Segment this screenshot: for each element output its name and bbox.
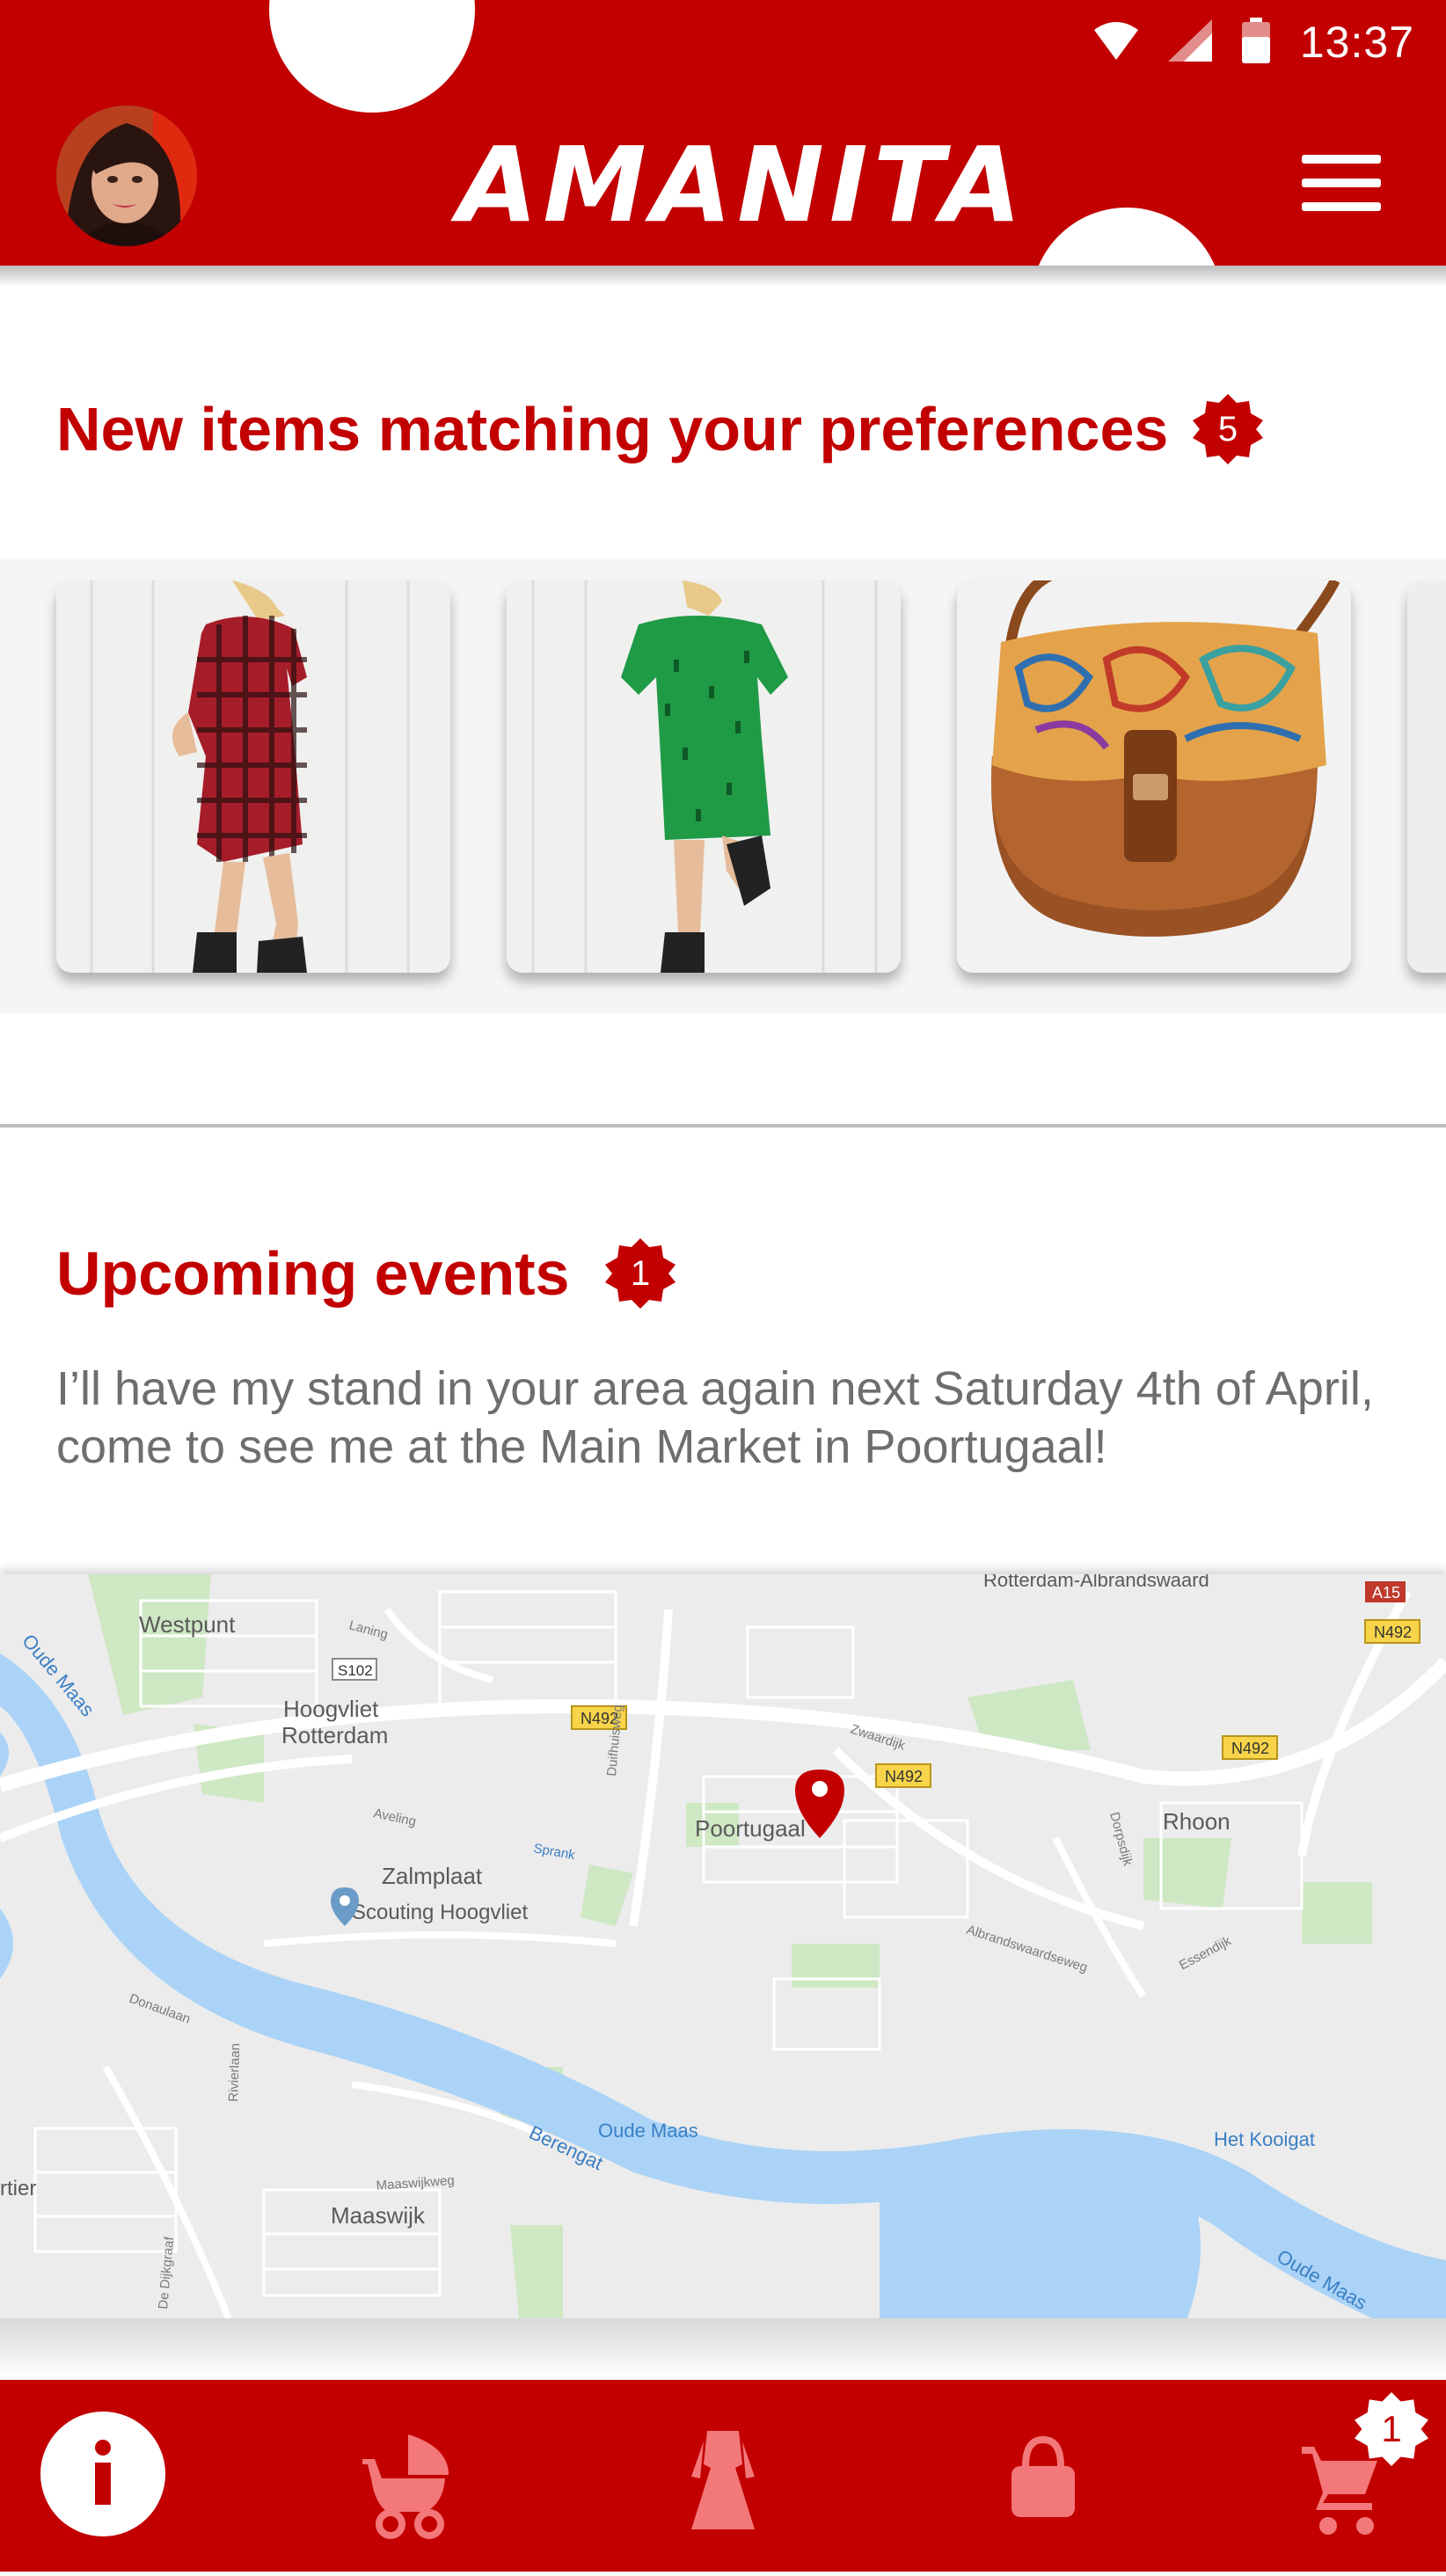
map-place-label: Rotterdam bbox=[281, 1722, 388, 1748]
event-description: I’ll have my stand in your area again ne… bbox=[56, 1362, 1374, 1473]
map-place-label: Hoogvliet bbox=[283, 1696, 379, 1722]
map-road-label: A15 bbox=[1372, 1584, 1400, 1602]
menu-icon-bar bbox=[1302, 155, 1381, 164]
wifi-icon bbox=[1093, 21, 1138, 64]
item-card-bag[interactable] bbox=[957, 580, 1351, 973]
map-place-label: Maaswijk bbox=[331, 2202, 426, 2229]
new-items-title: New items matching your preferences bbox=[56, 395, 1169, 463]
bag-icon bbox=[1011, 2435, 1075, 2517]
header-shadow bbox=[0, 266, 1446, 287]
status-time: 13:37 bbox=[1299, 18, 1414, 67]
map-place-label: Westpunt bbox=[139, 1611, 236, 1638]
baby-stroller-icon bbox=[362, 2434, 449, 2539]
signal-icon bbox=[1167, 18, 1212, 66]
map-street-label: Rivierlaan bbox=[226, 2043, 243, 2102]
app-header: 13:37 AMANITA bbox=[0, 0, 1446, 266]
item-card-red-dress[interactable] bbox=[56, 580, 450, 973]
info-icon bbox=[95, 2440, 111, 2505]
nav-info-button[interactable] bbox=[40, 2412, 165, 2536]
map-road-label: S102 bbox=[338, 1662, 373, 1679]
events-title: Upcoming events bbox=[56, 1239, 570, 1308]
brand-logo: AMANITA bbox=[457, 124, 1027, 245]
decorative-dot bbox=[269, 0, 475, 113]
menu-icon-bar bbox=[1302, 202, 1381, 211]
map-place-label: Scouting Hoogvliet bbox=[352, 1901, 528, 1924]
new-items-badge: 5 bbox=[1193, 394, 1263, 464]
item-card-partial[interactable] bbox=[1407, 580, 1446, 973]
event-map[interactable]: N492 N492 N492 N492 A15 S102 Westpunt Ho… bbox=[0, 1574, 1446, 2318]
map-place-label: Poortugaal bbox=[695, 1815, 806, 1842]
avatar[interactable] bbox=[56, 106, 197, 246]
map-footer-shadow bbox=[0, 2318, 1446, 2380]
map-road-label: N492 bbox=[1374, 1624, 1412, 1641]
nav-baby-button[interactable] bbox=[355, 2380, 452, 2572]
bottom-navigation bbox=[0, 2380, 1446, 2572]
battery-icon bbox=[1241, 17, 1270, 68]
cart-badge-count: 1 bbox=[1381, 2408, 1402, 2449]
map-water-label: Oude Maas bbox=[598, 2120, 698, 2142]
cart-badge: 1 bbox=[1355, 2392, 1428, 2466]
nav-shop-button[interactable] bbox=[1008, 2380, 1078, 2572]
events-badge: 1 bbox=[605, 1238, 676, 1309]
map-place-label: Rotterdam-Albrandswaard bbox=[983, 1574, 1209, 1591]
item-card-green-dress[interactable] bbox=[507, 580, 901, 973]
status-bar: 13:37 bbox=[1093, 11, 1414, 74]
map-water-label: Het Kooigat bbox=[1214, 2128, 1315, 2150]
menu-button[interactable] bbox=[1302, 155, 1381, 211]
map-place-label: Zalmplaat bbox=[382, 1863, 483, 1889]
section-divider bbox=[0, 1124, 1446, 1127]
dress-icon bbox=[691, 2431, 755, 2529]
map-place-label: Rhoon bbox=[1163, 1808, 1231, 1835]
menu-icon-bar bbox=[1302, 179, 1381, 187]
decorative-dot bbox=[1031, 208, 1223, 266]
map-road-label: N492 bbox=[1231, 1740, 1269, 1757]
nav-dress-button[interactable] bbox=[681, 2380, 765, 2572]
map-place-label: rtier bbox=[0, 2177, 36, 2200]
map-road-label: N492 bbox=[885, 1768, 923, 1785]
